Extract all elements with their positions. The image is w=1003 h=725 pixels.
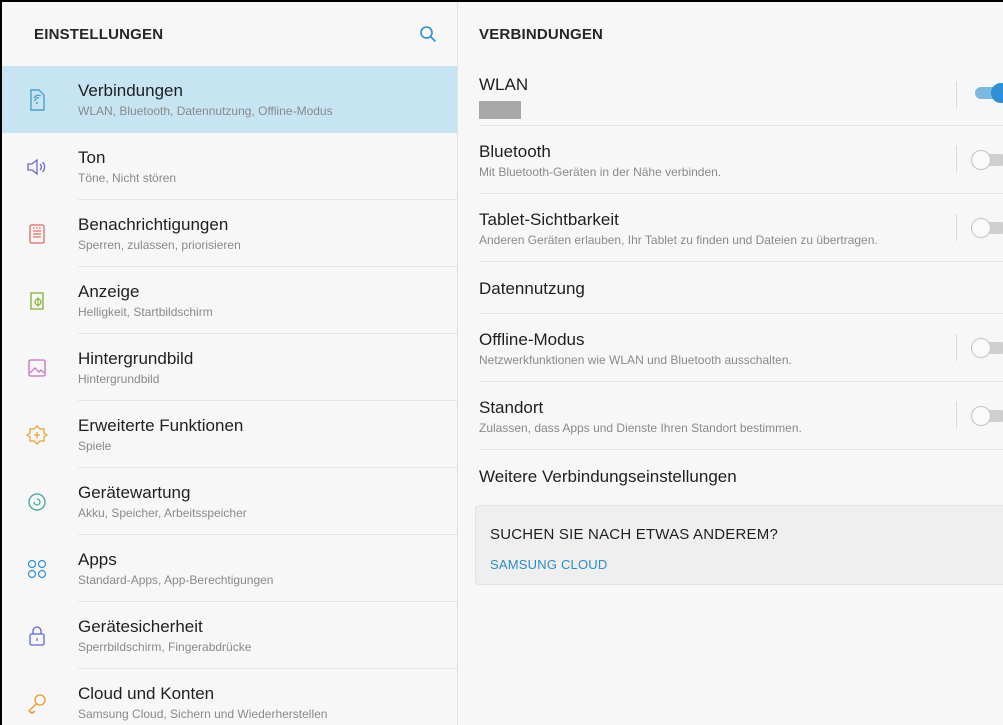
vertical-separator <box>956 82 957 109</box>
menu-item-sub: Sperren, zulassen, priorisieren <box>78 238 241 252</box>
location-toggle[interactable] <box>971 406 1003 426</box>
toggle-thumb <box>971 406 991 426</box>
offline-mode-toggle[interactable] <box>971 338 1003 358</box>
row-label: Tablet-Sichtbarkeit <box>479 209 619 229</box>
menu-item-sub: Spiele <box>78 439 112 453</box>
bluetooth-row[interactable]: Bluetooth Mit Bluetooth-Geräten in der N… <box>459 126 1003 194</box>
row-label: WLAN <box>479 75 529 94</box>
search-icon[interactable] <box>419 25 437 43</box>
tablet-visibility-row[interactable]: Tablet-Sichtbarkeit Anderen Geräten erla… <box>459 194 1003 262</box>
wallpaper-icon <box>22 353 52 383</box>
wlan-network-name-redacted <box>479 101 521 119</box>
toggle-thumb <box>991 83 1003 103</box>
device-maintenance-icon <box>22 487 52 517</box>
menu-item-label: Hintergrundbild <box>78 349 194 368</box>
row-sub: Mit Bluetooth-Geräten in der Nähe verbin… <box>479 164 722 179</box>
menu-item-verbindungen[interactable]: Verbindungen WLAN, Bluetooth, Datennutzu… <box>2 66 457 133</box>
menu-item-label: Anzeige <box>78 282 140 301</box>
row-label: Bluetooth <box>479 141 551 161</box>
menu-item-sub: Samsung Cloud, Sichern und Wiederherstel… <box>78 707 328 721</box>
menu-item-label: Ton <box>78 148 106 167</box>
connections-icon <box>22 85 52 115</box>
menu-item-cloud-und-konten[interactable]: Cloud und Konten Samsung Cloud, Sichern … <box>2 669 457 725</box>
suggestion-question: SUCHEN SIE NACH ETWAS ANDEREM? <box>490 526 778 543</box>
row-sub: Anderen Geräten erlauben, Ihr Tablet zu … <box>479 232 878 247</box>
suggestion-card: SUCHEN SIE NACH ETWAS ANDEREM? SAMSUNG C… <box>475 505 1003 585</box>
vertical-separator <box>956 334 957 361</box>
settings-menu-list: Verbindungen WLAN, Bluetooth, Datennutzu… <box>2 66 457 725</box>
menu-item-anzeige[interactable]: Anzeige Helligkeit, Startbildschirm <box>2 267 457 334</box>
lock-icon <box>22 621 52 651</box>
menu-item-label: Gerätewartung <box>78 483 191 502</box>
menu-item-sub: WLAN, Bluetooth, Datennutzung, Offline-M… <box>78 104 333 118</box>
section-title: VERBINDUNGEN <box>479 25 604 43</box>
page-title: EINSTELLUNGEN <box>34 25 164 43</box>
notifications-icon <box>22 219 52 249</box>
menu-item-geraetewartung[interactable]: Gerätewartung Akku, Speicher, Arbeitsspe… <box>2 468 457 535</box>
apps-icon <box>22 554 52 584</box>
row-sub: Zulassen, dass Apps und Dienste Ihren St… <box>479 420 802 435</box>
sound-icon <box>22 152 52 182</box>
row-label: Standort <box>479 397 544 417</box>
menu-item-label: Cloud und Konten <box>78 684 215 703</box>
advanced-features-icon <box>22 420 52 450</box>
samsung-cloud-link[interactable]: SAMSUNG CLOUD <box>490 557 607 572</box>
display-icon <box>22 286 52 316</box>
connections-header: VERBINDUNGEN <box>459 2 1003 66</box>
menu-item-sub: Helligkeit, Startbildschirm <box>78 305 213 319</box>
data-usage-row[interactable]: Datennutzung <box>459 262 1003 314</box>
menu-item-label: Verbindungen <box>78 81 183 100</box>
menu-item-hintergrundbild[interactable]: Hintergrundbild Hintergrundbild <box>2 334 457 401</box>
settings-window: EINSTELLUNGEN Verbindungen WLAN, Bluetoo… <box>0 0 1003 725</box>
menu-item-label: Benachrichtigungen <box>78 215 229 234</box>
tablet-visibility-toggle[interactable] <box>971 218 1003 238</box>
menu-item-benachrichtigungen[interactable]: Benachrichtigungen Sperren, zulassen, pr… <box>2 200 457 267</box>
menu-item-sub: Töne, Nicht stören <box>78 171 177 185</box>
menu-item-ton[interactable]: Ton Töne, Nicht stören <box>2 133 457 200</box>
menu-item-label: Gerätesicherheit <box>78 617 203 636</box>
toggle-thumb <box>971 218 991 238</box>
vertical-separator <box>956 146 957 173</box>
settings-menu-header: EINSTELLUNGEN <box>2 2 457 66</box>
menu-item-label: Erweiterte Funktionen <box>78 416 244 435</box>
bluetooth-toggle[interactable] <box>971 150 1003 170</box>
menu-item-label: Apps <box>78 550 117 569</box>
vertical-separator <box>956 402 957 429</box>
offline-mode-row[interactable]: Offline-Modus Netzwerkfunktionen wie WLA… <box>459 314 1003 382</box>
key-icon <box>22 688 52 718</box>
vertical-separator <box>956 214 957 241</box>
menu-item-sub: Standard-Apps, App-Berechtigungen <box>78 573 274 587</box>
row-label: Offline-Modus <box>479 329 585 349</box>
location-row[interactable]: Standort Zulassen, dass Apps und Dienste… <box>459 382 1003 450</box>
toggle-thumb <box>971 150 991 170</box>
wlan-toggle[interactable] <box>971 83 1003 103</box>
menu-item-erweiterte-funktionen[interactable]: Erweiterte Funktionen Spiele <box>2 401 457 468</box>
menu-item-apps[interactable]: Apps Standard-Apps, App-Berechtigungen <box>2 535 457 602</box>
menu-item-sub: Sperrbildschirm, Fingerabdrücke <box>78 640 252 654</box>
menu-item-geraetesicherheit[interactable]: Gerätesicherheit Sperrbildschirm, Finger… <box>2 602 457 669</box>
toggle-thumb <box>971 338 991 358</box>
menu-item-sub: Hintergrundbild <box>78 372 160 386</box>
settings-menu-pane: EINSTELLUNGEN Verbindungen WLAN, Bluetoo… <box>2 2 458 725</box>
connections-pane: VERBINDUNGEN WLAN Bluetooth Mit Bluetoot… <box>459 2 1003 725</box>
row-label: Weitere Verbindungseinstellungen <box>479 466 737 486</box>
wlan-row[interactable]: WLAN <box>459 66 1003 126</box>
row-label: Datennutzung <box>479 278 585 298</box>
menu-item-sub: Akku, Speicher, Arbeitsspeicher <box>78 506 247 520</box>
more-connection-settings-row[interactable]: Weitere Verbindungseinstellungen <box>459 450 1003 502</box>
row-sub: Netzwerkfunktionen wie WLAN und Bluetoot… <box>479 352 792 367</box>
